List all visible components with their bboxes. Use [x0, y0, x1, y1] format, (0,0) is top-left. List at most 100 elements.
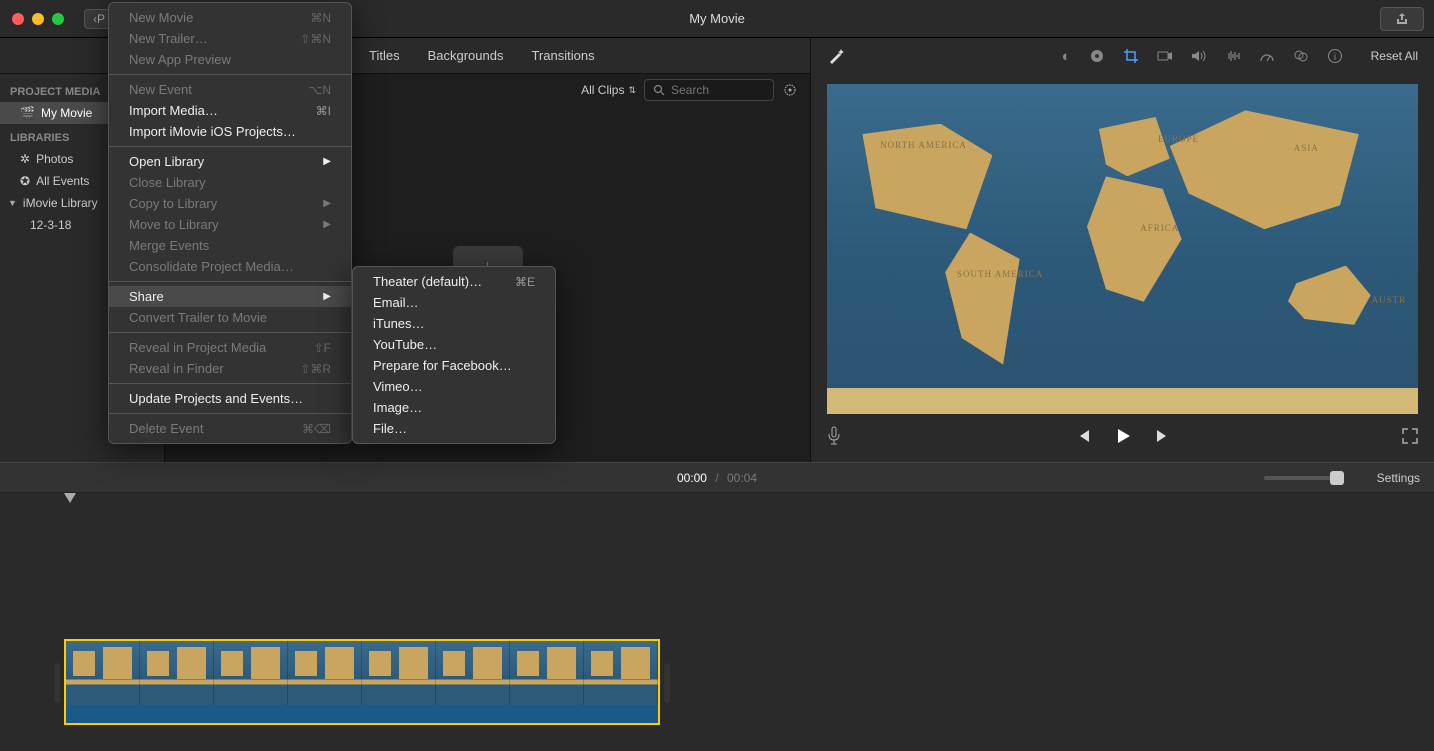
- menu-item-reveal-finder[interactable]: Reveal in Finder⇧⌘R: [109, 358, 351, 379]
- map-continent: [827, 388, 1418, 414]
- preview-panel: ◐ i Reset All N: [810, 38, 1434, 462]
- playback-controls: [811, 414, 1434, 458]
- voiceover-button[interactable]: [827, 426, 841, 446]
- map-continent: [1288, 266, 1371, 325]
- tab-backgrounds[interactable]: Backgrounds: [414, 38, 518, 74]
- menu-item-move-to-library[interactable]: Move to Library▶: [109, 214, 351, 235]
- sidebar-item-label: 12-3-18: [30, 218, 71, 232]
- volume-icon[interactable]: [1191, 49, 1207, 63]
- menu-item-email[interactable]: Email…: [353, 292, 555, 313]
- maximize-window-button[interactable]: [52, 13, 64, 25]
- reset-all-button[interactable]: Reset All: [1371, 49, 1418, 63]
- current-time: 00:00: [677, 471, 707, 485]
- crop-icon[interactable]: [1123, 48, 1139, 64]
- window-title: My Movie: [689, 11, 745, 26]
- menu-item-file[interactable]: File…: [353, 418, 555, 439]
- menu-separator: [109, 74, 351, 75]
- menu-item-image[interactable]: Image…: [353, 397, 555, 418]
- share-icon: [1395, 12, 1409, 26]
- menu-item-new-app-preview[interactable]: New App Preview: [109, 49, 351, 70]
- photos-icon: ✲: [20, 152, 30, 166]
- svg-text:i: i: [1334, 52, 1336, 63]
- fullscreen-button[interactable]: [1402, 428, 1418, 444]
- map-label: AUSTR: [1372, 295, 1407, 305]
- menu-item-consolidate[interactable]: Consolidate Project Media…: [109, 256, 351, 277]
- close-window-button[interactable]: [12, 13, 24, 25]
- menu-item-reveal-project[interactable]: Reveal in Project Media⇧F: [109, 337, 351, 358]
- noise-reduction-icon[interactable]: [1225, 49, 1241, 63]
- magic-wand-button[interactable]: [827, 47, 845, 65]
- menu-item-itunes[interactable]: iTunes…: [353, 313, 555, 334]
- timeline-track[interactable]: [64, 639, 1434, 725]
- map-continent: [945, 233, 1028, 365]
- gear-icon: [782, 82, 798, 98]
- play-button[interactable]: [1113, 426, 1133, 446]
- search-input[interactable]: [671, 83, 771, 97]
- chevron-right-icon: ▶: [323, 291, 331, 302]
- timeline-clip[interactable]: [64, 639, 660, 725]
- clip-audio-track[interactable]: [66, 705, 658, 723]
- preview-toolbar: ◐ i Reset All: [811, 38, 1434, 74]
- menu-item-delete-event[interactable]: Delete Event⌘⌫: [109, 418, 351, 439]
- speed-icon[interactable]: [1259, 49, 1275, 63]
- share-button[interactable]: [1380, 7, 1424, 31]
- clips-filter-dropdown[interactable]: All Clips ⇅: [581, 83, 636, 97]
- menu-item-theater[interactable]: Theater (default)…⌘E: [353, 271, 555, 292]
- map-continent: [1087, 176, 1182, 301]
- playhead-icon[interactable]: [64, 493, 76, 503]
- map-label: EUROPE: [1158, 134, 1199, 144]
- menu-item-youtube[interactable]: YouTube…: [353, 334, 555, 355]
- menu-item-convert-trailer[interactable]: Convert Trailer to Movie: [109, 307, 351, 328]
- menu-item-import-ios[interactable]: Import iMovie iOS Projects…: [109, 121, 351, 142]
- color-balance-icon[interactable]: ◐: [1062, 48, 1071, 65]
- menu-item-close-library[interactable]: Close Library: [109, 172, 351, 193]
- map-label: NORTH AMERICA: [880, 140, 967, 150]
- color-correction-icon[interactable]: [1089, 48, 1105, 64]
- ruler[interactable]: [0, 493, 1434, 509]
- updown-icon: ⇅: [628, 85, 636, 96]
- timeline-area: 00:00 / 00:04 Settings: [0, 462, 1434, 751]
- previous-button[interactable]: [1075, 428, 1091, 444]
- sidebar-item-label: iMovie Library: [23, 196, 98, 210]
- timeline-header: 00:00 / 00:04 Settings: [0, 463, 1434, 493]
- menu-item-copy-to-library[interactable]: Copy to Library▶: [109, 193, 351, 214]
- preview-viewport[interactable]: NORTH AMERICA SOUTH AMERICA EUROPE AFRIC…: [827, 84, 1418, 414]
- video-effects-icon[interactable]: [1293, 49, 1309, 63]
- menu-separator: [109, 332, 351, 333]
- menu-item-facebook[interactable]: Prepare for Facebook…: [353, 355, 555, 376]
- menu-item-open-library[interactable]: Open Library▶: [109, 151, 351, 172]
- window-controls: [0, 13, 64, 25]
- menu-item-merge-events[interactable]: Merge Events: [109, 235, 351, 256]
- browser-settings-button[interactable]: [782, 82, 798, 98]
- menu-item-new-movie[interactable]: New Movie⌘N: [109, 7, 351, 28]
- menu-item-new-event[interactable]: New Event⌥N: [109, 79, 351, 100]
- sidebar-item-label: My Movie: [41, 106, 92, 120]
- star-icon: ✪: [20, 174, 30, 188]
- menu-item-new-trailer[interactable]: New Trailer…⇧⌘N: [109, 28, 351, 49]
- stabilization-icon[interactable]: [1157, 50, 1173, 62]
- menu-item-share[interactable]: Share▶: [109, 286, 351, 307]
- disclosure-triangle-icon[interactable]: ▼: [8, 198, 17, 208]
- zoom-thumb[interactable]: [1330, 471, 1344, 485]
- total-time: 00:04: [727, 471, 757, 485]
- map-label: ASIA: [1294, 143, 1319, 153]
- menu-item-vimeo[interactable]: Vimeo…: [353, 376, 555, 397]
- tab-transitions[interactable]: Transitions: [517, 38, 608, 74]
- clips-filter-label: All Clips: [581, 83, 624, 97]
- minimize-window-button[interactable]: [32, 13, 44, 25]
- chevron-right-icon: ▶: [323, 198, 331, 209]
- search-icon: [653, 84, 665, 96]
- search-box[interactable]: [644, 79, 774, 101]
- menu-item-update-projects[interactable]: Update Projects and Events…: [109, 388, 351, 409]
- map-continent: [1099, 117, 1170, 176]
- zoom-slider[interactable]: [1264, 476, 1344, 480]
- info-icon[interactable]: i: [1327, 48, 1343, 64]
- sidebar-item-label: All Events: [36, 174, 89, 188]
- timeline-settings-button[interactable]: Settings: [1377, 471, 1420, 485]
- tab-titles[interactable]: Titles: [355, 38, 414, 74]
- menu-item-import-media[interactable]: Import Media…⌘I: [109, 100, 351, 121]
- clip-trim-handle-left[interactable]: [54, 663, 60, 703]
- menu-separator: [109, 146, 351, 147]
- next-button[interactable]: [1155, 428, 1171, 444]
- clip-trim-handle-right[interactable]: [664, 663, 670, 703]
